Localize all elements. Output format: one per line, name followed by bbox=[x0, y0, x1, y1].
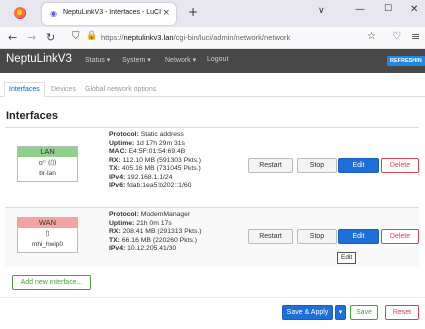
info-key: Uptime: bbox=[109, 139, 135, 147]
interface-device: br-lan bbox=[39, 170, 56, 177]
luci-favicon-icon: ◉ bbox=[50, 9, 57, 18]
info-key: IPv6: bbox=[109, 182, 126, 189]
tab-title: NeptuLinkV3 - Interfaces - LuCI bbox=[63, 9, 162, 16]
forward-button[interactable]: → bbox=[27, 31, 36, 45]
firefox-logo-icon[interactable] bbox=[14, 7, 26, 19]
browser-nav-bar: ← → ↻ ⛉ 🔒 https://neptulinkv3.lan/cgi-bi… bbox=[0, 27, 425, 49]
info-key: MAC: bbox=[109, 148, 127, 155]
info-value: Static address bbox=[140, 131, 184, 138]
luci-header: NeptuLinkV3 Status ▾ System ▾ Network ▾ … bbox=[0, 49, 425, 73]
pocket-icon[interactable]: ♡ bbox=[392, 31, 401, 42]
info-value: 405.16 MB (731045 Pkts.) bbox=[121, 165, 201, 172]
tab-global-network-options[interactable]: Global network options bbox=[80, 82, 161, 97]
browser-tab-bar: ◉ NeptuLinkV3 - Interfaces - LuCI × + ∨ … bbox=[0, 0, 425, 27]
info-value: E4:5F:01:54:69:4B bbox=[128, 148, 186, 155]
section-tabs: Interfaces Devices Global network option… bbox=[0, 80, 425, 97]
info-key: RX: bbox=[109, 156, 121, 164]
interfaces-table: LAN ɑ⁰ (⩇) br-lan Protocol: Static addre… bbox=[5, 127, 419, 267]
interface-badge-lan: LAN ɑ⁰ (⩇) br-lan bbox=[17, 146, 78, 182]
hamburger-menu-icon[interactable]: ≡ bbox=[411, 30, 420, 43]
menu-logout[interactable]: Logout bbox=[207, 56, 228, 63]
tab-close-icon[interactable]: × bbox=[162, 8, 170, 18]
close-window-button[interactable]: ✕ bbox=[410, 4, 418, 15]
brand-title[interactable]: NeptuLinkV3 bbox=[6, 53, 72, 65]
info-key: TX: bbox=[109, 165, 120, 172]
interface-name: WAN bbox=[18, 218, 77, 228]
add-new-interface-button[interactable]: Add new interface... bbox=[12, 275, 91, 290]
info-value: 10.12.205.41/30 bbox=[127, 245, 177, 252]
bridge-icon: ɑ⁰ (⩇) bbox=[38, 159, 57, 167]
restart-button[interactable]: Restart bbox=[248, 158, 293, 173]
minimize-button[interactable]: — bbox=[355, 4, 365, 15]
divider bbox=[0, 297, 425, 298]
new-tab-button[interactable]: + bbox=[188, 5, 198, 19]
info-value: ModemManager bbox=[140, 211, 191, 218]
interface-info-lan: Protocol: Static address Uptime: 1d 17h … bbox=[109, 131, 201, 191]
modem-icon: ⩇ bbox=[45, 230, 50, 238]
tab-interfaces[interactable]: Interfaces bbox=[4, 82, 45, 97]
info-value: 66.16 MB (220260 Pkts.) bbox=[121, 236, 198, 244]
stop-button[interactable]: Stop bbox=[297, 158, 337, 173]
browser-tab[interactable]: ◉ NeptuLinkV3 - Interfaces - LuCI × bbox=[42, 3, 176, 25]
refresh-badge[interactable]: REFRESHIN bbox=[387, 56, 425, 66]
info-key: TX: bbox=[109, 236, 120, 244]
info-key: Protocol: bbox=[109, 131, 139, 138]
info-value: 21h 0m 17s bbox=[136, 219, 172, 227]
save-apply-dropdown-button[interactable]: ▾ bbox=[335, 305, 346, 320]
info-key: RX: bbox=[109, 228, 121, 235]
info-value: 112.10 MB (591303 Pkts.) bbox=[122, 156, 202, 164]
info-value: 1d 17h 29m 31s bbox=[136, 139, 185, 147]
interface-badge-wan: WAN ⩇ mhi_hwip0 bbox=[17, 217, 78, 253]
tab-devices[interactable]: Devices bbox=[46, 82, 81, 97]
maximize-button[interactable]: ☐ bbox=[384, 4, 392, 14]
menu-system[interactable]: System ▾ bbox=[122, 56, 151, 64]
save-apply-button[interactable]: Save & Apply bbox=[282, 305, 333, 320]
url-text[interactable]: https://neptulinkv3.lan/cgi-bin/luci/adm… bbox=[101, 33, 361, 42]
menu-status[interactable]: Status ▾ bbox=[85, 56, 110, 64]
bookmark-star-icon[interactable]: ☆ bbox=[367, 31, 376, 42]
edit-button[interactable]: Edit bbox=[338, 229, 379, 244]
interface-device: mhi_hwip0 bbox=[31, 241, 64, 248]
delete-button[interactable]: Delete bbox=[381, 158, 419, 173]
edit-tooltip: Edit bbox=[337, 252, 357, 264]
menu-network[interactable]: Network ▾ bbox=[165, 56, 196, 64]
table-row: LAN ɑ⁰ (⩇) br-lan Protocol: Static addre… bbox=[5, 127, 419, 207]
info-key: Uptime: bbox=[109, 219, 135, 227]
table-row: WAN ⩇ mhi_hwip0 Protocol: ModemManager U… bbox=[5, 207, 419, 267]
info-value: 208.41 MB (291313 Pkts.) bbox=[122, 228, 202, 235]
interface-name: LAN bbox=[18, 147, 77, 157]
info-key: Protocol: bbox=[109, 211, 139, 218]
delete-button[interactable]: Delete bbox=[381, 229, 419, 244]
save-button[interactable]: Save bbox=[350, 305, 378, 320]
info-key: IPv4: bbox=[109, 245, 126, 252]
edit-button[interactable]: Edit bbox=[338, 158, 379, 173]
info-value: fdab:1ea5:b202::1/60 bbox=[127, 182, 192, 189]
info-value: 192.168.1.1/24 bbox=[127, 173, 173, 181]
shield-icon[interactable]: ⛉ bbox=[72, 31, 80, 42]
info-key: IPv4: bbox=[109, 173, 126, 181]
lock-icon[interactable]: 🔒 bbox=[86, 31, 97, 41]
back-button[interactable]: ← bbox=[8, 31, 17, 45]
restart-button[interactable]: Restart bbox=[248, 229, 293, 244]
stop-button[interactable]: Stop bbox=[297, 229, 337, 244]
section-title: Interfaces bbox=[6, 110, 58, 122]
url-bar[interactable]: ⛉ 🔒 https://neptulinkv3.lan/cgi-bin/luci… bbox=[66, 30, 384, 46]
list-all-tabs-button[interactable]: ∨ bbox=[318, 6, 325, 16]
reload-button[interactable]: ↻ bbox=[46, 31, 55, 45]
interface-info-wan: Protocol: ModemManager Uptime: 21h 0m 17… bbox=[109, 211, 202, 254]
reset-button[interactable]: Reset bbox=[385, 305, 419, 320]
